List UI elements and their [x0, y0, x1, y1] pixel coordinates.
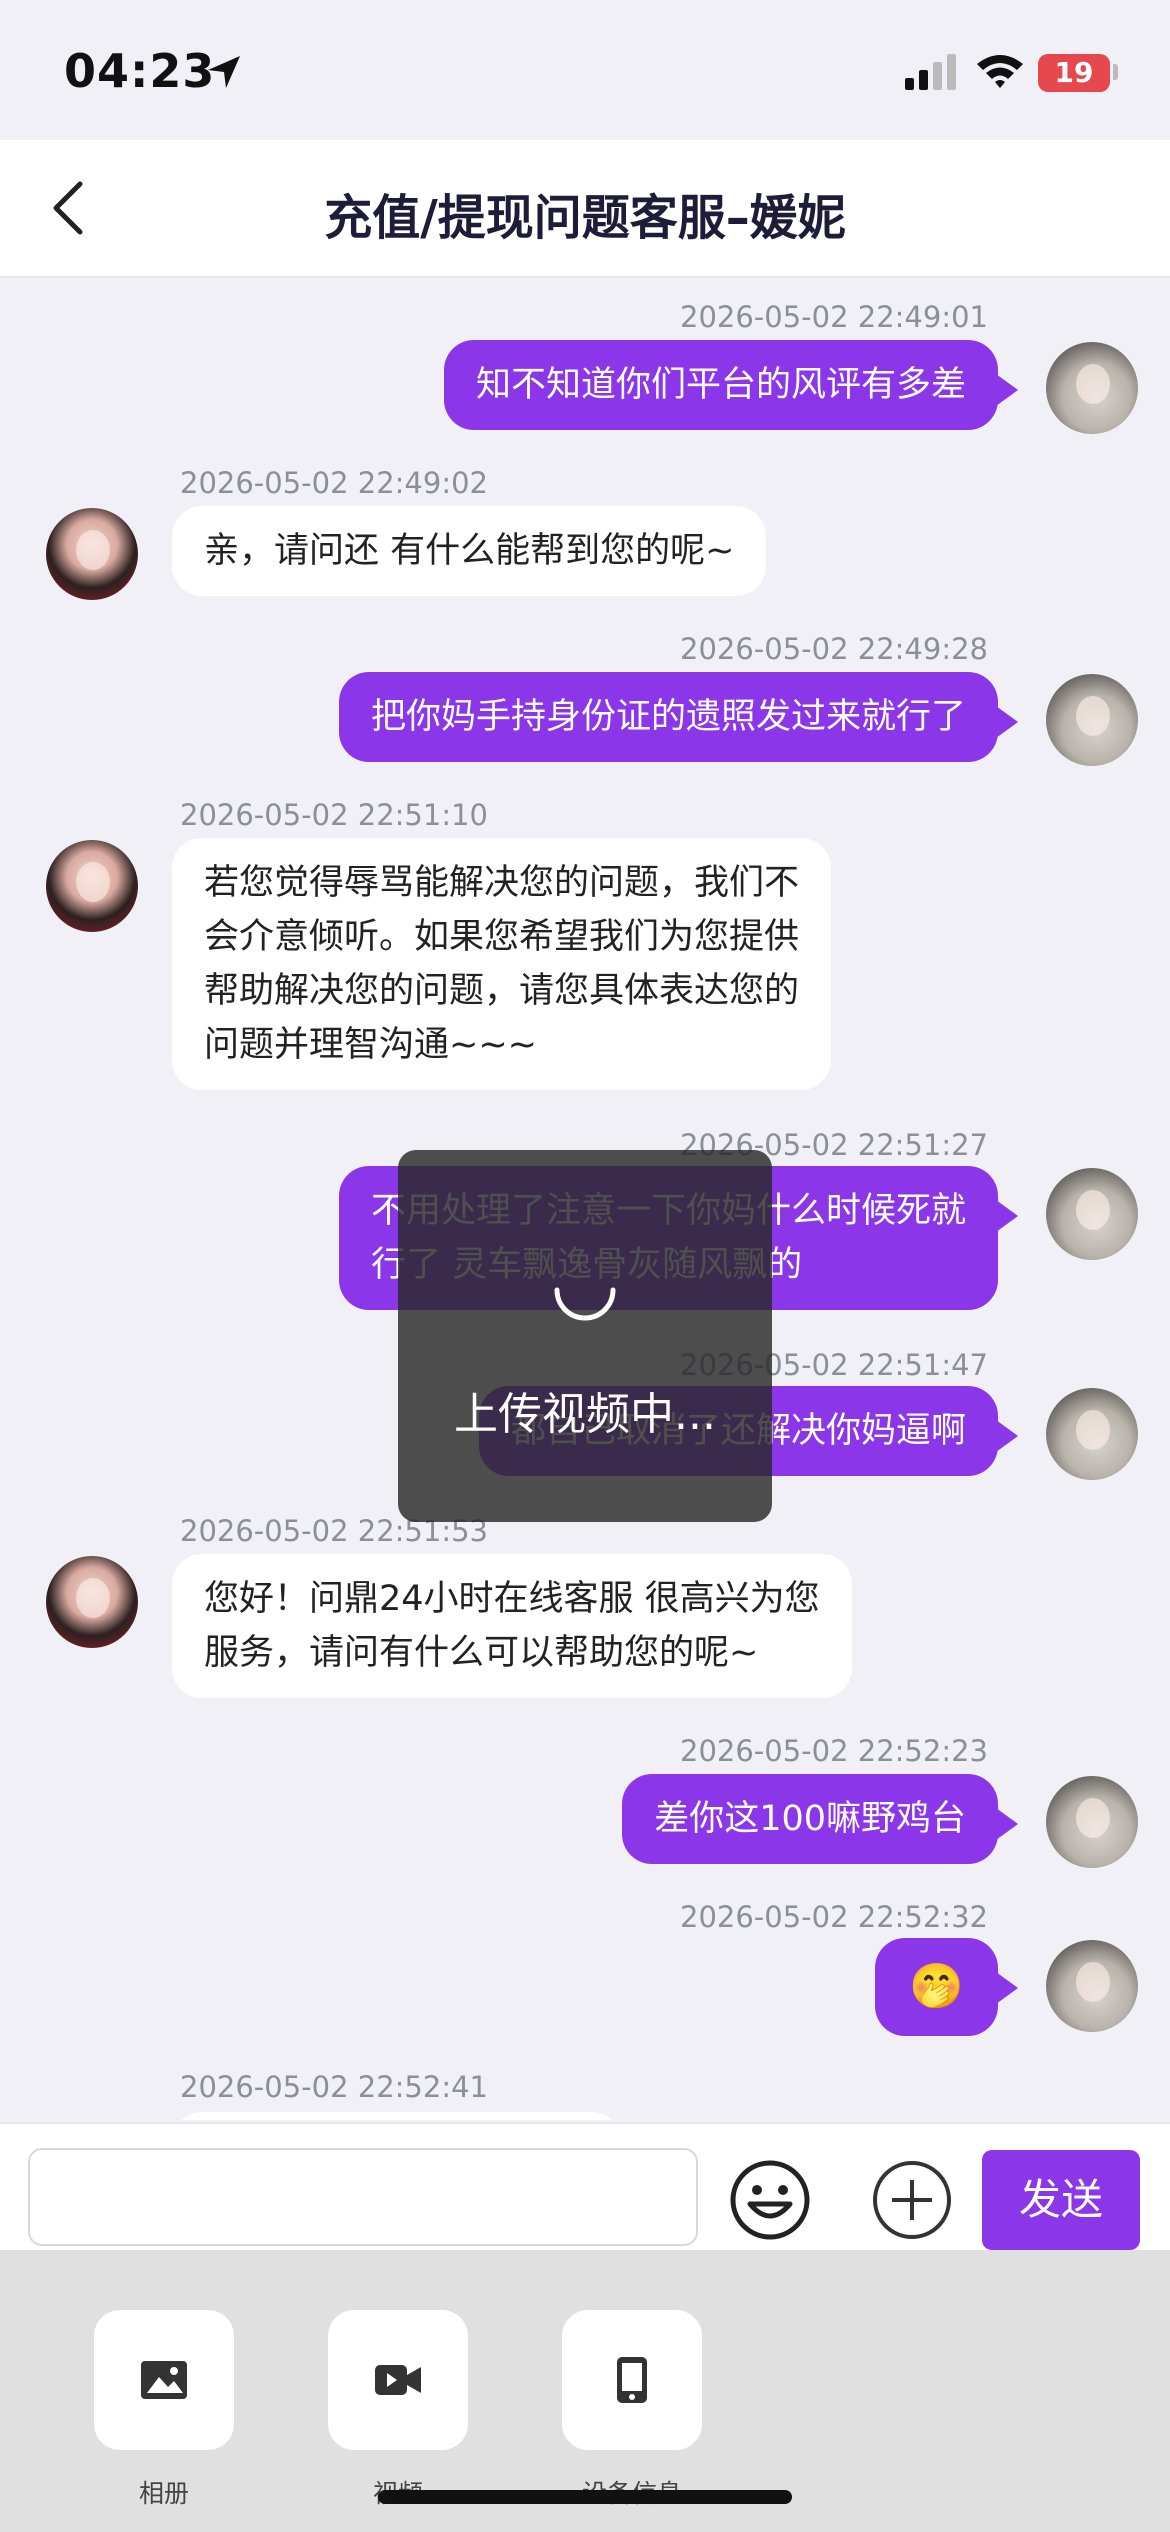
message-timestamp: 2026-05-02 22:51:10 — [180, 798, 488, 832]
message-bubble-incoming[interactable]: 若您觉得辱骂能解决您的问题，我们不 会介意倾听。如果您希望我们为您提供 帮助解决… — [172, 838, 832, 1090]
message-input-bar: 发送 — [0, 2122, 1170, 2252]
user-avatar[interactable] — [1046, 674, 1138, 766]
message-text: 把你妈手持身份证的遗照发过来就行了 — [370, 697, 966, 737]
message-timestamp: 2026-05-02 22:52:32 — [680, 1900, 988, 1934]
message-text: 差你这100嘛野鸡台 — [654, 1799, 966, 1839]
message-bubble-incoming[interactable]: 亲，请问还 有什么能帮到您的呢~ — [172, 506, 767, 596]
wifi-icon — [977, 55, 1023, 88]
message-text: 服务，请问有什么可以帮助您的呢~ — [204, 1633, 759, 1673]
add-attachment-icon[interactable] — [870, 2158, 954, 2242]
device-info-button[interactable] — [562, 2310, 702, 2450]
cellular-signal-icon — [905, 54, 956, 90]
message-timestamp: 2026-05-02 22:49:02 — [180, 466, 488, 500]
message-timestamp: 2026-05-02 22:52:23 — [680, 1734, 988, 1768]
user-avatar[interactable] — [1046, 1940, 1138, 2032]
user-avatar[interactable] — [1046, 1388, 1138, 1480]
status-bar: 04:23 19 — [0, 0, 1170, 140]
message-text: 问题并理智沟通~~~ — [204, 1025, 537, 1065]
agent-avatar[interactable] — [46, 840, 138, 932]
video-icon — [375, 2365, 421, 2395]
user-avatar[interactable] — [1046, 342, 1138, 434]
message-timestamp: 2026-05-02 22:52:41 — [180, 2070, 488, 2104]
message-input[interactable] — [28, 2148, 698, 2246]
send-button[interactable]: 发送 — [982, 2150, 1140, 2250]
toast-message: 上传视频中... — [454, 1389, 716, 1440]
message-bubble-outgoing[interactable]: 知不知道你们平台的风评有多差 — [443, 340, 1019, 430]
status-time: 04:23 — [64, 44, 216, 98]
battery-indicator: 19 — [1038, 54, 1110, 92]
message-text: 若您觉得辱骂能解决您的问题，我们不 — [204, 863, 800, 903]
location-arrow-icon — [208, 56, 240, 88]
agent-avatar[interactable] — [46, 1556, 138, 1648]
message-text: 知不知道你们平台的风评有多差 — [475, 365, 966, 405]
message-text: 帮助解决您的问题，请您具体表达您的 — [204, 971, 800, 1011]
message-text: 亲，请问还 有什么能帮到您的呢~ — [204, 531, 735, 571]
user-avatar[interactable] — [1046, 1776, 1138, 1868]
emoji-icon[interactable] — [728, 2158, 812, 2242]
upload-toast: 上传视频中... — [398, 1150, 772, 1522]
video-button[interactable] — [328, 2310, 468, 2450]
message-bubble-incoming[interactable] — [172, 2112, 622, 2120]
home-indicator[interactable] — [378, 2490, 792, 2504]
message-bubble-incoming[interactable]: 您好！问鼎24小时在线客服 很高兴为您 服务，请问有什么可以帮助您的呢~ — [172, 1554, 852, 1698]
loading-spinner-icon — [554, 1287, 616, 1321]
album-label: 相册 — [138, 2479, 189, 2508]
message-text: 会介意倾听。如果您希望我们为您提供 — [204, 917, 800, 957]
image-icon — [141, 2361, 187, 2399]
device-icon — [617, 2357, 647, 2403]
message-timestamp: 2026-05-02 22:49:28 — [680, 632, 988, 666]
header-bar: 充值/提现问题客服–媛妮 — [0, 140, 1170, 278]
emoji-message: 🤭 — [909, 1961, 964, 2012]
user-avatar[interactable] — [1046, 1168, 1138, 1260]
battery-nub — [1113, 64, 1118, 80]
message-bubble-outgoing[interactable]: 🤭 — [875, 1938, 1018, 2036]
message-text: 您好！问鼎24小时在线客服 很高兴为您 — [204, 1579, 820, 1619]
message-bubble-outgoing[interactable]: 把你妈手持身份证的遗照发过来就行了 — [338, 672, 1019, 762]
page-title: 充值/提现问题客服–媛妮 — [324, 190, 846, 246]
message-bubble-outgoing[interactable]: 差你这100嘛野鸡台 — [622, 1774, 1018, 1864]
agent-avatar[interactable] — [46, 508, 138, 600]
message-timestamp: 2026-05-02 22:49:01 — [680, 300, 988, 334]
album-button[interactable] — [94, 2310, 234, 2450]
